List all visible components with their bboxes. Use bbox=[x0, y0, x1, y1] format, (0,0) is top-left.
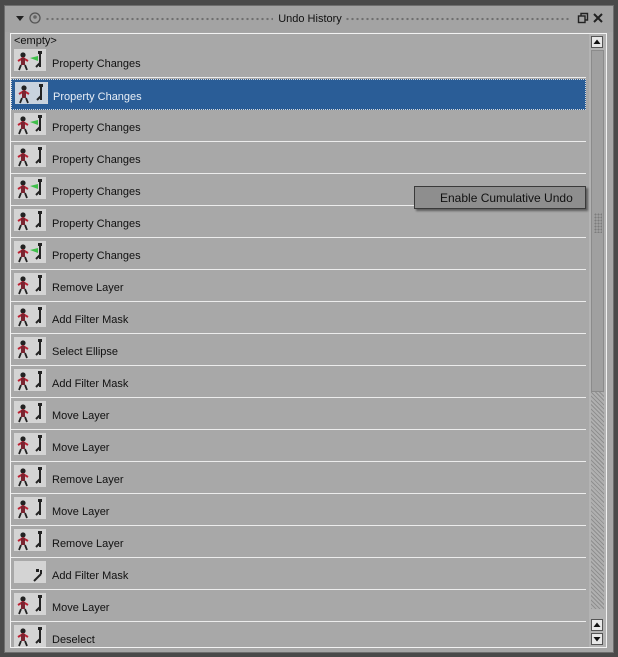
scroll-up-button[interactable] bbox=[591, 36, 603, 48]
scrollbar-thumb[interactable] bbox=[591, 50, 604, 392]
list-item[interactable]: Property Changes bbox=[11, 47, 586, 78]
list-item[interactable]: Property Changes bbox=[11, 111, 586, 142]
list-item-label: Move Layer bbox=[52, 506, 110, 518]
scrollbar-thumb-grip-icon bbox=[594, 213, 602, 233]
scrollbar-track[interactable] bbox=[591, 392, 604, 609]
scroll-down-button[interactable] bbox=[591, 633, 603, 645]
list-item[interactable]: Property Changes bbox=[11, 207, 586, 238]
layer-thumbnail-icon bbox=[14, 113, 46, 135]
list-item[interactable]: Move Layer bbox=[11, 431, 586, 462]
list-item[interactable]: Move Layer bbox=[11, 399, 586, 430]
list-item[interactable]: Deselect bbox=[11, 623, 586, 647]
list-item[interactable]: Remove Layer bbox=[11, 527, 586, 558]
menu-item-enable-cumulative-undo[interactable]: Enable Cumulative Undo bbox=[440, 191, 573, 205]
list-item-label: Property Changes bbox=[52, 122, 141, 134]
list-item[interactable]: Move Layer bbox=[11, 495, 586, 526]
layer-thumbnail-icon bbox=[14, 561, 46, 583]
list-item-label: Add Filter Mask bbox=[52, 314, 129, 326]
list-item-label: Remove Layer bbox=[52, 538, 124, 550]
layer-thumbnail-icon bbox=[14, 625, 46, 647]
layer-thumbnail-icon bbox=[14, 241, 46, 263]
dock-circle-icon[interactable] bbox=[29, 12, 41, 24]
layer-thumbnail-icon bbox=[14, 465, 46, 487]
list-item[interactable]: Add Filter Mask bbox=[11, 559, 586, 590]
list-item-label: Remove Layer bbox=[52, 282, 124, 294]
list-item-label: Add Filter Mask bbox=[52, 570, 129, 582]
layer-thumbnail-icon bbox=[14, 593, 46, 615]
list-item[interactable]: Property Changes bbox=[11, 143, 586, 174]
list-item-label: Property Changes bbox=[53, 91, 142, 103]
list-item[interactable]: Add Filter Mask bbox=[11, 367, 586, 398]
undo-history-panel: Undo History <empty> Property Changes Pro… bbox=[4, 5, 614, 653]
panel-titlebar[interactable]: Undo History bbox=[5, 6, 613, 32]
list-item-label: Move Layer bbox=[52, 410, 110, 422]
list-item[interactable]: Remove Layer bbox=[11, 271, 586, 302]
list-item[interactable]: Add Filter Mask bbox=[11, 303, 586, 334]
layer-thumbnail-icon bbox=[15, 82, 48, 104]
vertical-scrollbar[interactable] bbox=[589, 34, 606, 647]
layer-thumbnail-icon bbox=[14, 433, 46, 455]
layer-thumbnail-icon bbox=[14, 145, 46, 167]
float-window-icon[interactable] bbox=[577, 12, 589, 24]
list-item[interactable]: Move Layer bbox=[11, 591, 586, 622]
list-item-label: Property Changes bbox=[52, 218, 141, 230]
list-item-label: Property Changes bbox=[52, 186, 141, 198]
layer-thumbnail-icon bbox=[14, 369, 46, 391]
scroll-up-step-button[interactable] bbox=[591, 619, 603, 631]
list-item[interactable]: Select Ellipse bbox=[11, 335, 586, 366]
layer-thumbnail-icon bbox=[14, 529, 46, 551]
list-item-label: Property Changes bbox=[52, 58, 141, 70]
list-item-label: Move Layer bbox=[52, 442, 110, 454]
list-item[interactable]: Property Changes bbox=[11, 79, 586, 110]
layer-thumbnail-icon bbox=[14, 497, 46, 519]
list-item-label: Move Layer bbox=[52, 602, 110, 614]
context-menu: Enable Cumulative Undo bbox=[414, 186, 586, 209]
layer-thumbnail-icon bbox=[14, 273, 46, 295]
list-item-label: Add Filter Mask bbox=[52, 378, 129, 390]
layer-thumbnail-icon bbox=[14, 49, 46, 71]
layer-thumbnail-icon bbox=[14, 305, 46, 327]
undo-history-list[interactable]: <empty> Property Changes Property Changes… bbox=[10, 33, 607, 648]
list-item[interactable]: Property Changes bbox=[11, 239, 586, 270]
list-item-label: Remove Layer bbox=[52, 474, 124, 486]
titlebar-grip-left[interactable] bbox=[45, 17, 273, 21]
layer-thumbnail-icon bbox=[14, 337, 46, 359]
titlebar-grip-right[interactable] bbox=[345, 17, 569, 21]
close-icon[interactable] bbox=[592, 12, 604, 24]
list-item-label: Property Changes bbox=[52, 154, 141, 166]
layer-thumbnail-icon bbox=[14, 209, 46, 231]
menu-arrow-icon[interactable] bbox=[14, 12, 26, 24]
list-item[interactable]: Remove Layer bbox=[11, 463, 586, 494]
list-item-label: Property Changes bbox=[52, 250, 141, 262]
list-item-label: Select Ellipse bbox=[52, 346, 119, 358]
layer-thumbnail-icon bbox=[14, 177, 46, 199]
panel-title: Undo History bbox=[278, 13, 342, 25]
list-item-label: Deselect bbox=[52, 634, 95, 646]
layer-thumbnail-icon bbox=[14, 401, 46, 423]
